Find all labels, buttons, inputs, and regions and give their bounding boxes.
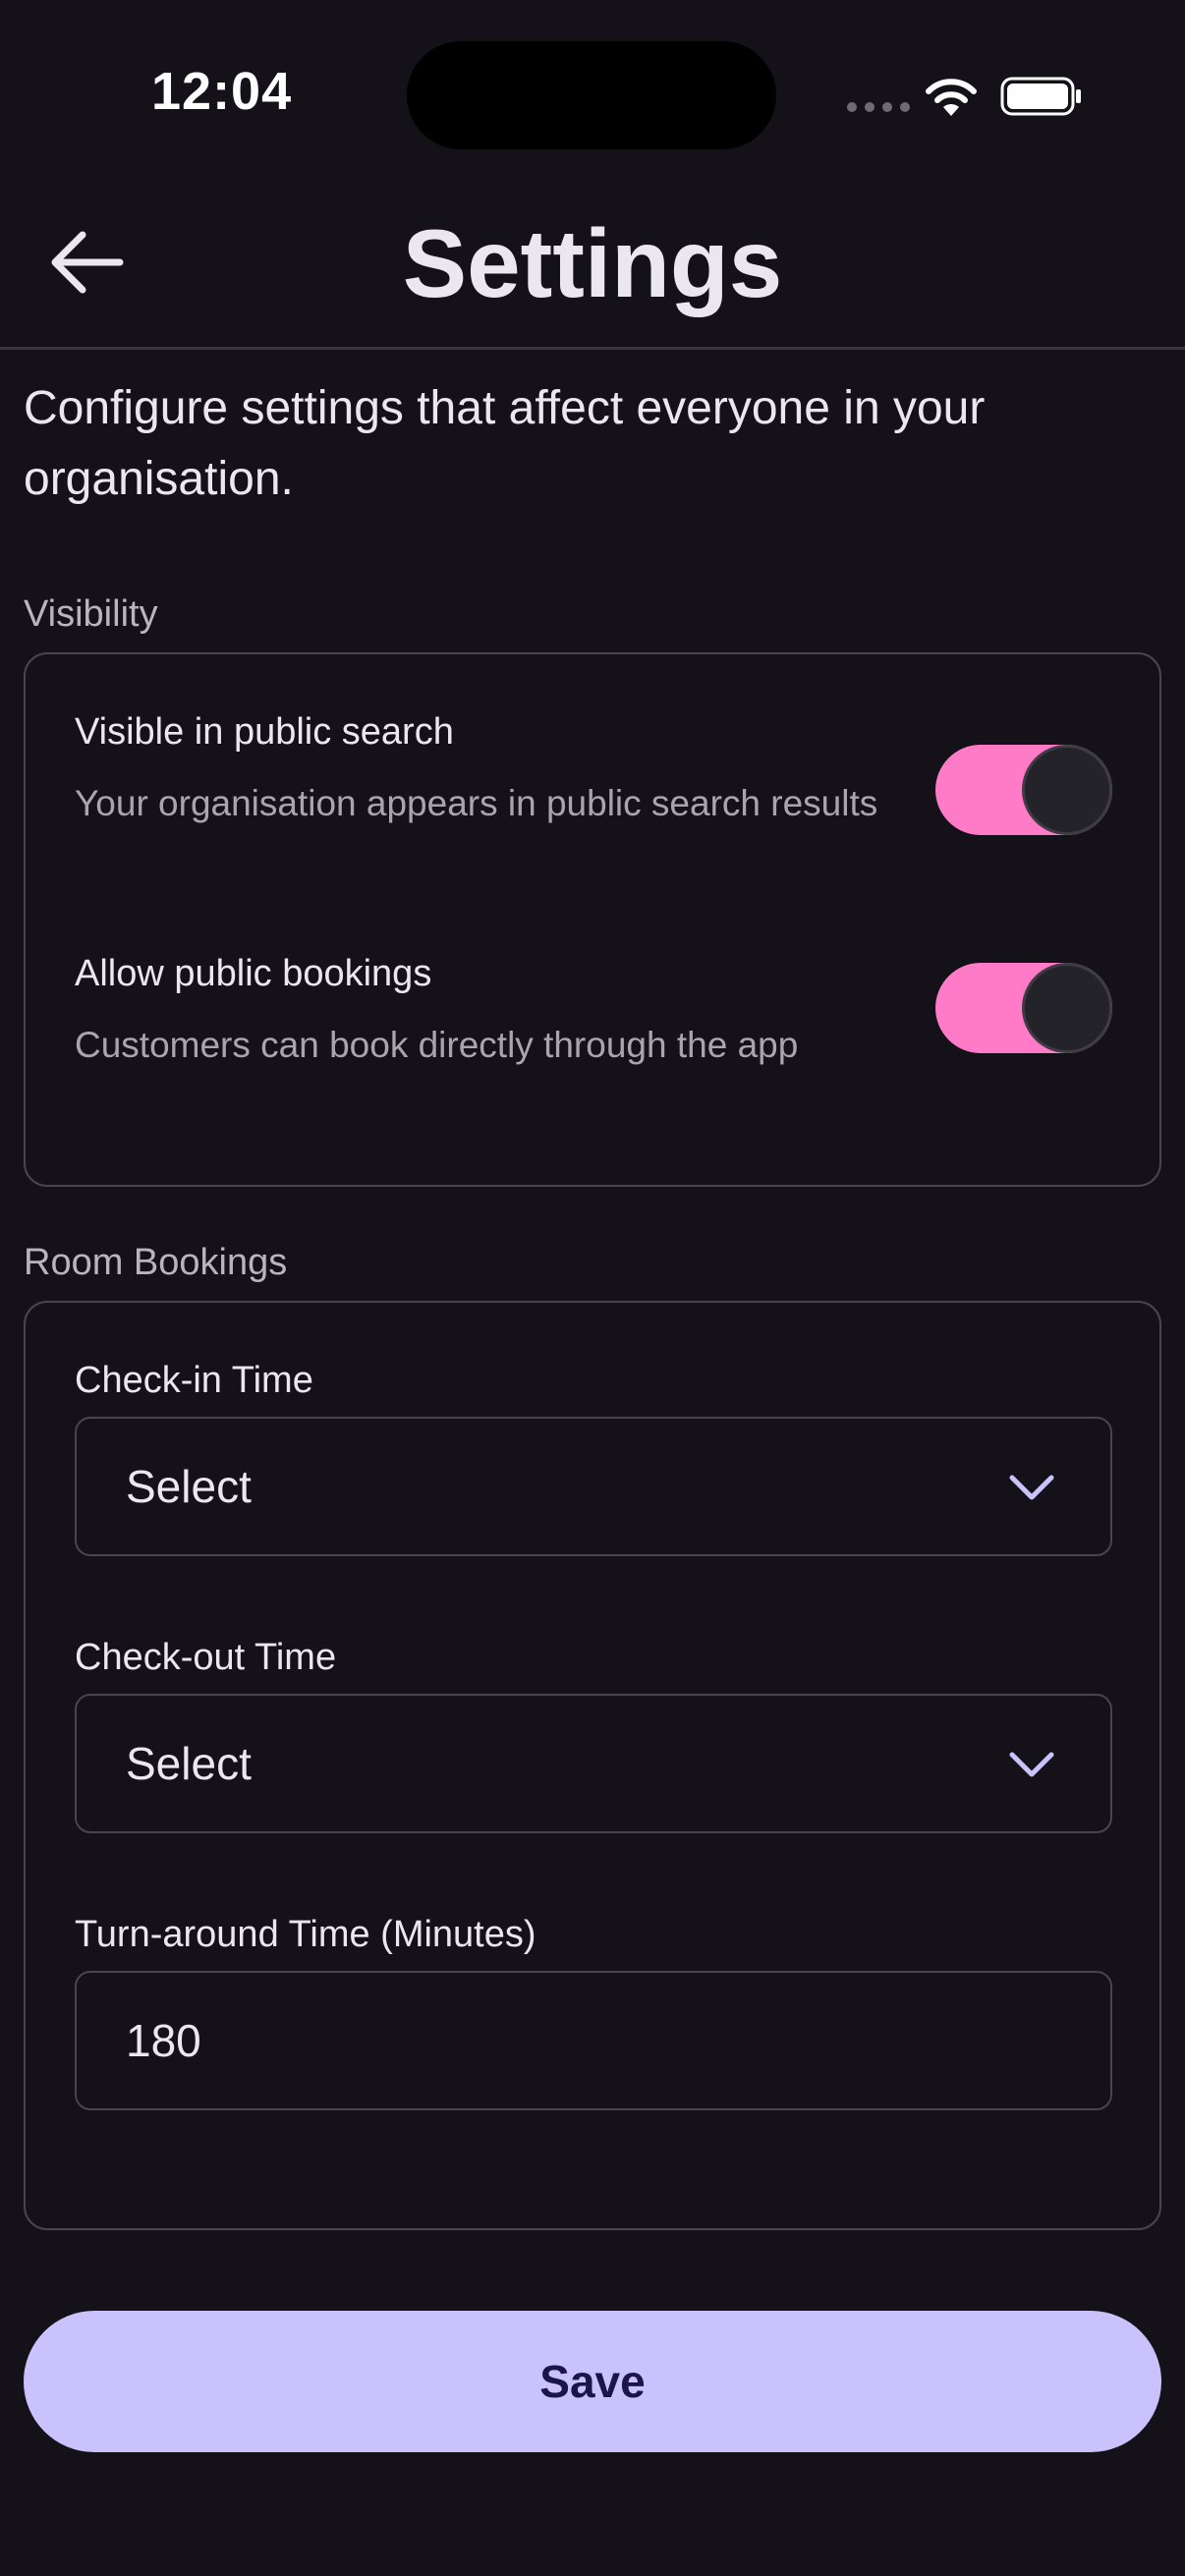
- public-bookings-title: Allow public bookings: [75, 953, 432, 994]
- wifi-icon: [926, 79, 977, 116]
- header-divider: [0, 347, 1185, 350]
- check-out-value: Select: [126, 1738, 252, 1789]
- check-in-value: Select: [126, 1461, 252, 1512]
- check-in-label: Check-in Time: [75, 1360, 313, 1401]
- settings-screen: 12:04 Settings Configure settings that a…: [0, 0, 1185, 2576]
- turnaround-label: Turn-around Time (Minutes): [75, 1914, 536, 1955]
- save-button[interactable]: Save: [24, 2311, 1161, 2452]
- chevron-down-icon: [1009, 1752, 1054, 1777]
- check-out-select[interactable]: Select: [75, 1694, 1112, 1833]
- status-time: 12:04: [151, 62, 293, 121]
- public-bookings-toggle[interactable]: [935, 963, 1112, 1053]
- toggle-knob: [1022, 963, 1112, 1053]
- cellular-signal-icon: [847, 102, 910, 112]
- check-out-label: Check-out Time: [75, 1637, 337, 1678]
- page-title: Settings: [402, 209, 783, 317]
- public-search-title: Visible in public search: [75, 711, 454, 753]
- intro-text: Configure settings that affect everyone …: [24, 382, 986, 505]
- visibility-card: Visible in public search Your organisati…: [24, 652, 1161, 1187]
- room-bookings-card: Check-in Time Select Check-out Time Sele…: [24, 1301, 1161, 2230]
- chevron-down-icon: [1009, 1475, 1054, 1500]
- section-label-visibility: Visibility: [24, 593, 158, 635]
- dynamic-island: [407, 41, 776, 149]
- check-in-select[interactable]: Select: [75, 1417, 1112, 1556]
- turnaround-field[interactable]: [75, 1971, 1112, 2110]
- public-bookings-description: Customers can book directly through the …: [75, 1025, 799, 1065]
- toggle-knob: [1022, 745, 1112, 835]
- battery-icon: [1000, 77, 1081, 116]
- public-search-description: Your organisation appears in public sear…: [75, 783, 878, 823]
- turnaround-input[interactable]: [77, 1973, 1110, 2108]
- section-label-room-bookings: Room Bookings: [24, 1242, 288, 1283]
- public-search-toggle[interactable]: [935, 745, 1112, 835]
